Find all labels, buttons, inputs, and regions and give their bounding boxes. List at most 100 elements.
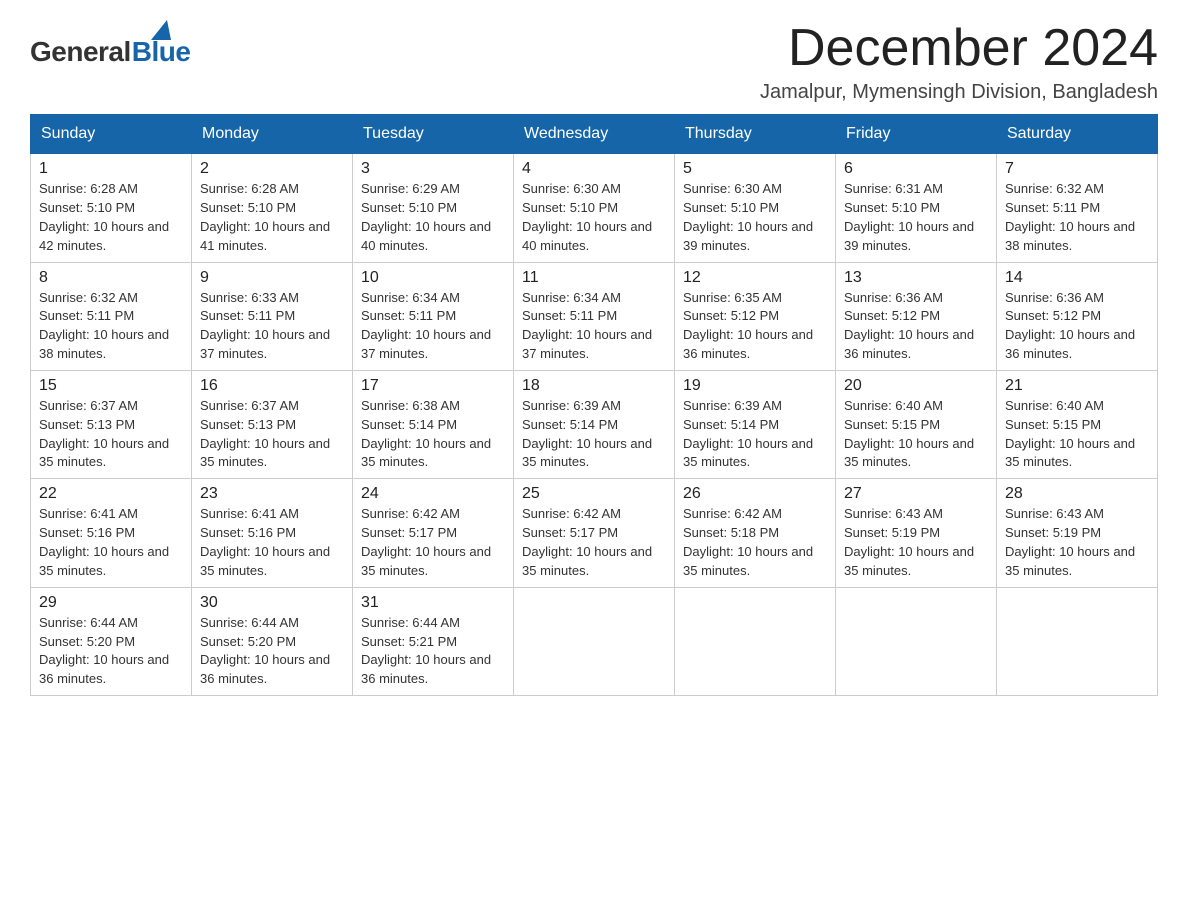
day-info: Sunrise: 6:42 AMSunset: 5:17 PMDaylight:…: [361, 505, 505, 580]
day-number: 19: [683, 377, 827, 395]
day-of-week-header: Tuesday: [353, 115, 514, 154]
day-number: 1: [39, 160, 183, 178]
day-number: 31: [361, 594, 505, 612]
calendar-table: SundayMondayTuesdayWednesdayThursdayFrid…: [30, 114, 1158, 696]
day-info: Sunrise: 6:43 AMSunset: 5:19 PMDaylight:…: [1005, 505, 1149, 580]
calendar-day-cell: 28 Sunrise: 6:43 AMSunset: 5:19 PMDayligh…: [997, 479, 1158, 587]
day-number: 2: [200, 160, 344, 178]
calendar-day-cell: 1 Sunrise: 6:28 AMSunset: 5:10 PMDaylight…: [31, 154, 192, 262]
logo-icon-area: Blue: [132, 20, 191, 68]
calendar-day-cell: 8 Sunrise: 6:32 AMSunset: 5:11 PMDaylight…: [31, 262, 192, 370]
calendar-day-cell: [997, 587, 1158, 695]
calendar-day-cell: 20Sunrise: 6:40 AMSunset: 5:15 PMDayligh…: [836, 370, 997, 478]
day-of-week-header: Friday: [836, 115, 997, 154]
day-info: Sunrise: 6:28 AMSunset: 5:10 PMDaylight:…: [200, 180, 344, 255]
day-info: Sunrise: 6:32 AMSunset: 5:11 PMDaylight:…: [39, 289, 183, 364]
day-number: 6: [844, 160, 988, 178]
day-info: Sunrise: 6:41 AMSunset: 5:16 PMDaylight:…: [39, 505, 183, 580]
calendar-day-cell: 23 Sunrise: 6:41 AMSunset: 5:16 PMDayligh…: [192, 479, 353, 587]
day-number: 20: [844, 377, 988, 395]
calendar-day-cell: 18Sunrise: 6:39 AMSunset: 5:14 PMDayligh…: [514, 370, 675, 478]
day-info: Sunrise: 6:28 AMSunset: 5:10 PMDaylight:…: [39, 180, 183, 255]
calendar-day-cell: 2 Sunrise: 6:28 AMSunset: 5:10 PMDaylight…: [192, 154, 353, 262]
calendar-day-cell: [675, 587, 836, 695]
day-number: 25: [522, 485, 666, 503]
calendar-day-cell: 11 Sunrise: 6:34 AMSunset: 5:11 PMDayligh…: [514, 262, 675, 370]
calendar-day-cell: 7Sunrise: 6:32 AMSunset: 5:11 PMDaylight…: [997, 154, 1158, 262]
day-info: Sunrise: 6:37 AMSunset: 5:13 PMDaylight:…: [200, 397, 344, 472]
calendar-header-row: SundayMondayTuesdayWednesdayThursdayFrid…: [31, 115, 1158, 154]
day-number: 9: [200, 269, 344, 287]
calendar-day-cell: 25Sunrise: 6:42 AMSunset: 5:17 PMDayligh…: [514, 479, 675, 587]
day-info: Sunrise: 6:36 AMSunset: 5:12 PMDaylight:…: [1005, 289, 1149, 364]
calendar-week-row: 8 Sunrise: 6:32 AMSunset: 5:11 PMDaylight…: [31, 262, 1158, 370]
day-info: Sunrise: 6:34 AMSunset: 5:11 PMDaylight:…: [522, 289, 666, 364]
calendar-day-cell: 16Sunrise: 6:37 AMSunset: 5:13 PMDayligh…: [192, 370, 353, 478]
calendar-day-cell: 27Sunrise: 6:43 AMSunset: 5:19 PMDayligh…: [836, 479, 997, 587]
calendar-day-cell: 29 Sunrise: 6:44 AMSunset: 5:20 PMDayligh…: [31, 587, 192, 695]
day-number: 12: [683, 269, 827, 287]
day-info: Sunrise: 6:44 AMSunset: 5:20 PMDaylight:…: [200, 614, 344, 689]
logo-general-text: General: [30, 36, 131, 68]
day-of-week-header: Wednesday: [514, 115, 675, 154]
day-info: Sunrise: 6:33 AMSunset: 5:11 PMDaylight:…: [200, 289, 344, 364]
day-info: Sunrise: 6:41 AMSunset: 5:16 PMDaylight:…: [200, 505, 344, 580]
day-info: Sunrise: 6:38 AMSunset: 5:14 PMDaylight:…: [361, 397, 505, 472]
day-of-week-header: Sunday: [31, 115, 192, 154]
calendar-day-cell: 17Sunrise: 6:38 AMSunset: 5:14 PMDayligh…: [353, 370, 514, 478]
day-info: Sunrise: 6:30 AMSunset: 5:10 PMDaylight:…: [522, 180, 666, 255]
day-number: 8: [39, 269, 183, 287]
day-number: 7: [1005, 160, 1149, 178]
calendar-day-cell: 26 Sunrise: 6:42 AMSunset: 5:18 PMDayligh…: [675, 479, 836, 587]
calendar-day-cell: 30Sunrise: 6:44 AMSunset: 5:20 PMDayligh…: [192, 587, 353, 695]
day-info: Sunrise: 6:34 AMSunset: 5:11 PMDaylight:…: [361, 289, 505, 364]
header: General Blue December 2024 Jamalpur, Mym…: [30, 20, 1158, 104]
logo: General Blue: [30, 20, 190, 68]
day-info: Sunrise: 6:42 AMSunset: 5:18 PMDaylight:…: [683, 505, 827, 580]
calendar-day-cell: 13 Sunrise: 6:36 AMSunset: 5:12 PMDayligh…: [836, 262, 997, 370]
calendar-day-cell: 21 Sunrise: 6:40 AMSunset: 5:15 PMDayligh…: [997, 370, 1158, 478]
day-number: 15: [39, 377, 183, 395]
day-of-week-header: Saturday: [997, 115, 1158, 154]
day-info: Sunrise: 6:35 AMSunset: 5:12 PMDaylight:…: [683, 289, 827, 364]
location-subtitle: Jamalpur, Mymensingh Division, Banglades…: [760, 81, 1158, 104]
calendar-week-row: 1 Sunrise: 6:28 AMSunset: 5:10 PMDaylight…: [31, 154, 1158, 262]
day-number: 14: [1005, 269, 1149, 287]
calendar-day-cell: 14 Sunrise: 6:36 AMSunset: 5:12 PMDayligh…: [997, 262, 1158, 370]
day-number: 11: [522, 269, 666, 287]
day-number: 10: [361, 269, 505, 287]
day-info: Sunrise: 6:40 AMSunset: 5:15 PMDaylight:…: [1005, 397, 1149, 472]
day-number: 26: [683, 485, 827, 503]
calendar-day-cell: 12 Sunrise: 6:35 AMSunset: 5:12 PMDayligh…: [675, 262, 836, 370]
day-number: 3: [361, 160, 505, 178]
day-info: Sunrise: 6:31 AMSunset: 5:10 PMDaylight:…: [844, 180, 988, 255]
day-number: 22: [39, 485, 183, 503]
day-number: 24: [361, 485, 505, 503]
day-info: Sunrise: 6:36 AMSunset: 5:12 PMDaylight:…: [844, 289, 988, 364]
calendar-day-cell: 19 Sunrise: 6:39 AMSunset: 5:14 PMDayligh…: [675, 370, 836, 478]
day-info: Sunrise: 6:39 AMSunset: 5:14 PMDaylight:…: [683, 397, 827, 472]
day-number: 21: [1005, 377, 1149, 395]
calendar-day-cell: 24 Sunrise: 6:42 AMSunset: 5:17 PMDayligh…: [353, 479, 514, 587]
day-info: Sunrise: 6:44 AMSunset: 5:21 PMDaylight:…: [361, 614, 505, 689]
calendar-week-row: 15 Sunrise: 6:37 AMSunset: 5:13 PMDayligh…: [31, 370, 1158, 478]
calendar-day-cell: [836, 587, 997, 695]
day-number: 23: [200, 485, 344, 503]
day-info: Sunrise: 6:37 AMSunset: 5:13 PMDaylight:…: [39, 397, 183, 472]
calendar-day-cell: 31 Sunrise: 6:44 AMSunset: 5:21 PMDayligh…: [353, 587, 514, 695]
day-of-week-header: Thursday: [675, 115, 836, 154]
calendar-week-row: 22 Sunrise: 6:41 AMSunset: 5:16 PMDayligh…: [31, 479, 1158, 587]
day-number: 29: [39, 594, 183, 612]
day-number: 13: [844, 269, 988, 287]
calendar-day-cell: 4 Sunrise: 6:30 AMSunset: 5:10 PMDaylight…: [514, 154, 675, 262]
day-info: Sunrise: 6:39 AMSunset: 5:14 PMDaylight:…: [522, 397, 666, 472]
day-info: Sunrise: 6:44 AMSunset: 5:20 PMDaylight:…: [39, 614, 183, 689]
month-title: December 2024: [760, 20, 1158, 77]
calendar-week-row: 29 Sunrise: 6:44 AMSunset: 5:20 PMDayligh…: [31, 587, 1158, 695]
calendar-day-cell: 10 Sunrise: 6:34 AMSunset: 5:11 PMDayligh…: [353, 262, 514, 370]
logo-blue-text: Blue: [132, 36, 191, 68]
calendar-day-cell: [514, 587, 675, 695]
calendar-day-cell: 22 Sunrise: 6:41 AMSunset: 5:16 PMDayligh…: [31, 479, 192, 587]
day-number: 4: [522, 160, 666, 178]
day-number: 28: [1005, 485, 1149, 503]
